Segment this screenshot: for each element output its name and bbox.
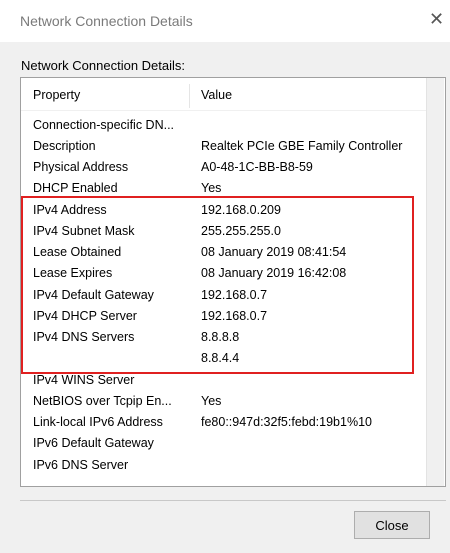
list-row[interactable]: IPv4 Address 192.168.0.209: [21, 200, 426, 221]
list-row[interactable]: Physical Address A0-48-1C-BB-B8-59: [21, 157, 426, 178]
list-row[interactable]: 8.8.4.4: [21, 348, 426, 369]
property-cell: Link-local IPv6 Address: [33, 415, 163, 429]
value-cell: 8.8.8.8: [201, 330, 240, 344]
property-cell: Physical Address: [33, 160, 129, 174]
value-cell: A0-48-1C-BB-B8-59: [201, 160, 313, 174]
list-row[interactable]: IPv6 DNS Server: [21, 455, 426, 476]
list-row[interactable]: Link-local IPv6 Address fe80::947d:32f5:…: [21, 412, 426, 433]
value-cell: 192.168.0.209: [201, 203, 281, 217]
list-row[interactable]: IPv4 Subnet Mask 255.255.255.0: [21, 221, 426, 242]
property-cell: NetBIOS over Tcpip En...: [33, 394, 172, 408]
value-cell: fe80::947d:32f5:febd:19b1%10: [201, 415, 372, 429]
property-cell: Connection-specific DN...: [33, 118, 175, 132]
value-cell: Yes: [201, 181, 222, 195]
title-bar: Network Connection Details ✕: [0, 0, 450, 42]
value-cell: 192.168.0.7: [201, 309, 268, 323]
list-row[interactable]: Lease Obtained 08 January 2019 08:41:54: [21, 242, 426, 263]
close-icon[interactable]: ✕: [429, 10, 444, 28]
property-cell: IPv4 DHCP Server: [33, 309, 137, 323]
column-divider[interactable]: [189, 84, 190, 108]
property-cell: Description: [33, 139, 96, 153]
list-row[interactable]: Description Realtek PCIe GBE Family Cont…: [21, 136, 426, 157]
property-cell: IPv6 DNS Server: [33, 458, 129, 472]
property-cell: IPv4 DNS Servers: [33, 330, 135, 344]
list-row[interactable]: DHCP Enabled Yes: [21, 178, 426, 199]
property-cell: Lease Expires: [33, 266, 113, 280]
property-cell: DHCP Enabled: [33, 181, 118, 195]
column-header-property[interactable]: Property: [33, 88, 80, 102]
window-title: Network Connection Details: [20, 13, 193, 29]
list-row[interactable]: IPv4 Default Gateway 192.168.0.7: [21, 285, 426, 306]
list-row[interactable]: NetBIOS over Tcpip En... Yes: [21, 391, 426, 412]
value-cell: 8.8.4.4: [201, 351, 240, 365]
list-row[interactable]: IPv4 DHCP Server 192.168.0.7: [21, 306, 426, 327]
close-button[interactable]: Close: [354, 511, 430, 539]
list-row[interactable]: Lease Expires 08 January 2019 16:42:08: [21, 263, 426, 284]
list-row[interactable]: Connection-specific DN...: [21, 115, 426, 136]
value-cell: Realtek PCIe GBE Family Controller: [201, 139, 403, 153]
property-cell: IPv4 Default Gateway: [33, 288, 154, 302]
property-cell: IPv4 Address: [33, 203, 107, 217]
list-row[interactable]: IPv4 WINS Server: [21, 370, 426, 391]
property-cell: IPv4 WINS Server: [33, 373, 135, 387]
value-cell: 192.168.0.7: [201, 288, 268, 302]
scrollbar-thumb[interactable]: [427, 78, 444, 486]
column-header-value[interactable]: Value: [201, 88, 232, 102]
list-row[interactable]: IPv6 Default Gateway: [21, 433, 426, 454]
header-divider: [21, 110, 426, 111]
property-cell: Lease Obtained: [33, 245, 122, 259]
value-cell: 08 January 2019 08:41:54: [201, 245, 347, 259]
details-list[interactable]: Property Value Connection-specific DN...…: [20, 77, 446, 487]
vertical-scrollbar[interactable]: [426, 78, 444, 486]
property-cell: IPv4 Subnet Mask: [33, 224, 135, 238]
value-cell: 255.255.255.0: [201, 224, 281, 238]
value-cell: 08 January 2019 16:42:08: [201, 266, 347, 280]
list-row[interactable]: IPv4 DNS Servers 8.8.8.8: [21, 327, 426, 348]
bottom-divider: [20, 500, 446, 501]
details-group-label: Network Connection Details:: [21, 58, 186, 73]
value-cell: Yes: [201, 394, 222, 408]
property-cell: IPv6 Default Gateway: [33, 436, 154, 450]
